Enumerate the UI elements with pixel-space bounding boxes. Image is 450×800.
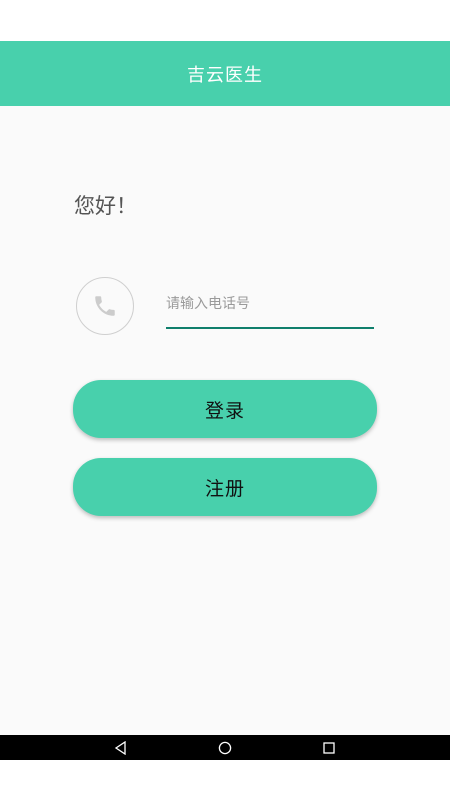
phone-input-wrapper xyxy=(166,282,374,329)
home-circle-icon[interactable] xyxy=(218,741,232,755)
greeting-text: 您好！ xyxy=(74,194,137,218)
phone-icon-container xyxy=(76,277,134,335)
phone-icon xyxy=(95,296,115,316)
login-button[interactable]: 登录 xyxy=(73,380,377,438)
status-bar xyxy=(0,0,450,41)
phone-input[interactable] xyxy=(166,282,374,325)
app-title: 吉云医生 xyxy=(187,64,263,86)
navigation-bar xyxy=(0,735,450,760)
login-screen: 您好！ 登录 注册 xyxy=(0,106,450,735)
bottom-strip xyxy=(0,760,450,800)
recents-square-icon[interactable] xyxy=(322,741,336,755)
back-triangle-icon[interactable] xyxy=(114,740,128,755)
app-bar: 吉云医生 xyxy=(0,41,450,106)
register-button[interactable]: 注册 xyxy=(73,458,377,516)
